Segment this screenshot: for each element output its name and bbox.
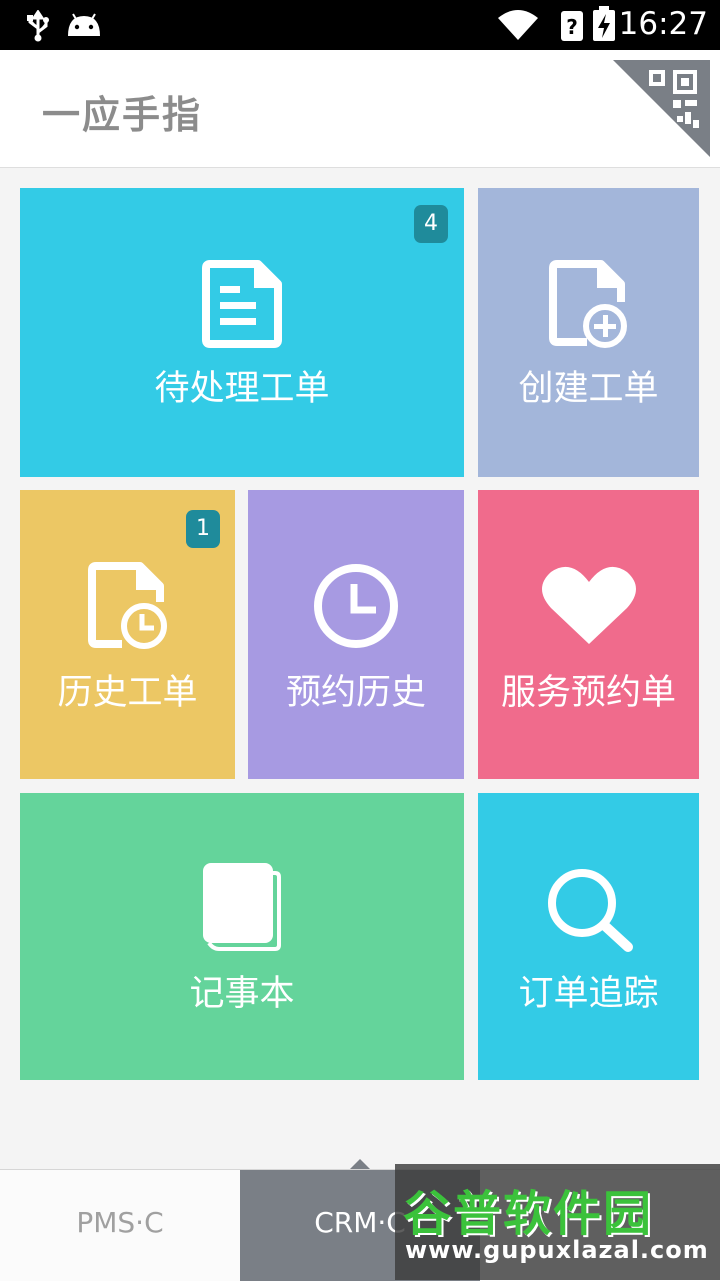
clock: 16:27 [618,6,708,42]
status-bar: ? 16:27 [0,0,720,50]
history-count-badge: 1 [186,510,220,548]
wifi-icon [498,10,538,40]
svg-text:?: ? [566,15,578,39]
watermark-logo: 谷普软件园 www.gupuxlazal.com [395,1164,720,1280]
tile-pending-work-orders[interactable]: 4 待处理工单 [20,188,464,477]
tile-label: 预约历史 [285,673,426,713]
tile-order-tracking[interactable]: 订单追踪 [478,793,699,1080]
tile-label: 历史工单 [57,673,198,713]
tile-label: 订单追踪 [518,974,659,1014]
watermark-title: 谷普软件园 [403,1186,654,1242]
app-title: 一应手指 [42,93,203,137]
tile-label: 待处理工单 [154,369,330,409]
android-icon [68,13,100,36]
clock-icon [314,564,398,648]
watermark-url: www.gupuxlazal.com [405,1236,709,1264]
tile-booking-history[interactable]: 预约历史 [248,490,464,779]
battery-charging-icon [593,6,615,41]
document-icon [202,260,282,348]
no-signal-icon: ? [561,11,583,41]
tile-notebook[interactable]: 记事本 [20,793,464,1080]
tile-history-work-orders[interactable]: 1 历史工单 [20,490,235,779]
tile-label: 记事本 [189,974,295,1014]
heart-icon [541,566,636,644]
tile-label: 创建工单 [518,369,659,409]
active-tab-pointer [350,1159,370,1169]
qr-code-icon[interactable] [613,60,710,157]
document-clock-icon [87,562,167,649]
tab-pms-c[interactable]: PMS·C [0,1170,240,1281]
document-add-icon [548,260,627,348]
usb-icon [27,10,49,42]
search-icon [547,869,633,952]
notebook-icon [203,863,281,951]
tile-label: 服务预约单 [500,673,676,713]
pending-count-badge: 4 [414,205,448,243]
tile-service-booking[interactable]: 服务预约单 [478,490,699,779]
app-header: 一应手指 [0,50,720,168]
tile-create-work-order[interactable]: 创建工单 [478,188,699,477]
